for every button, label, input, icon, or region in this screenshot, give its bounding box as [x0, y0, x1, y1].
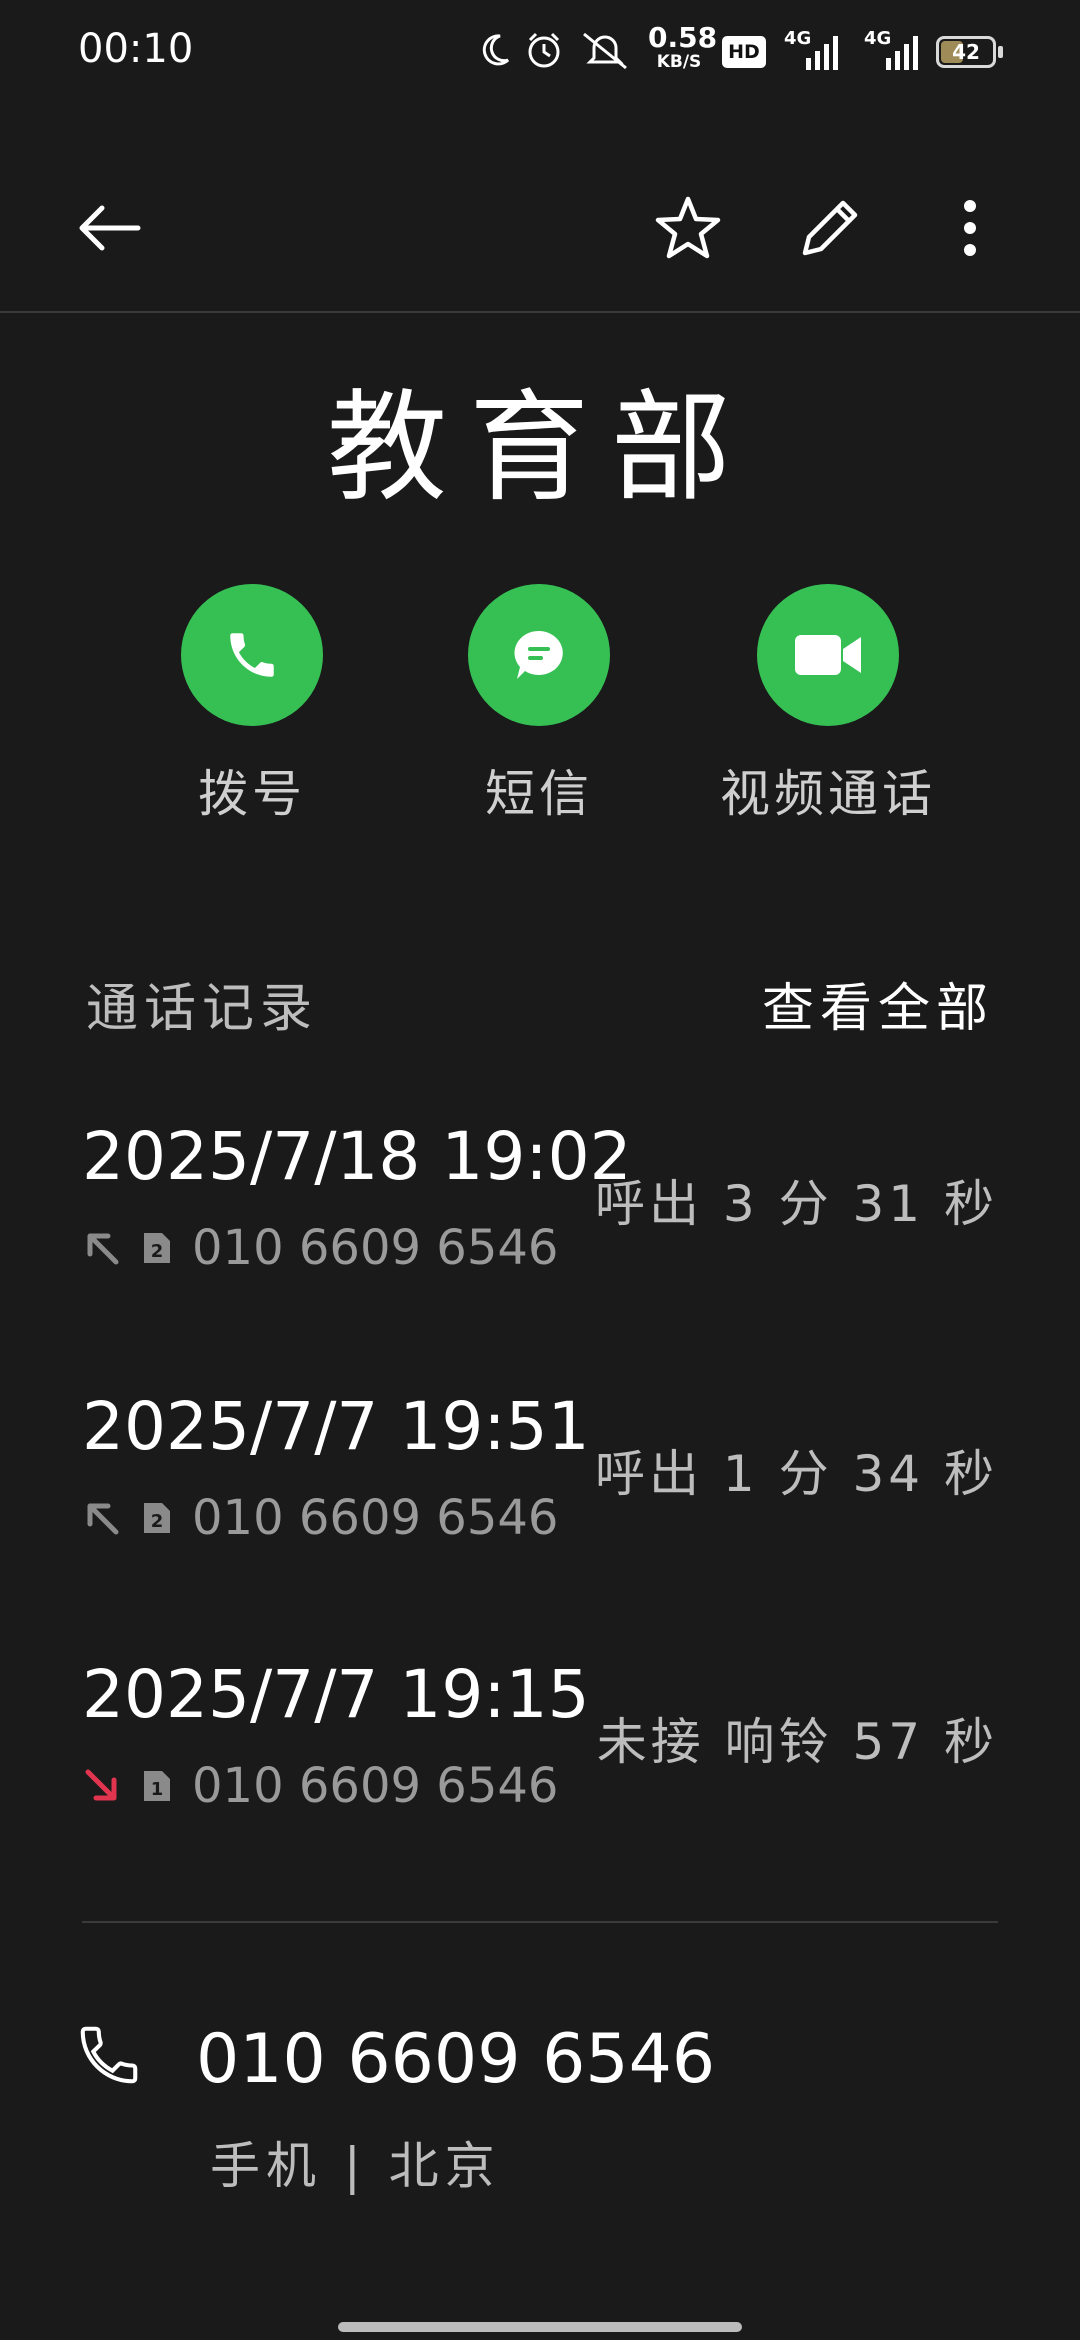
call-history-title: 通话记录	[86, 979, 319, 1039]
battery-tip	[998, 46, 1003, 58]
signal-icon	[886, 36, 918, 70]
star-icon	[655, 196, 721, 259]
call-datetime: 2025/7/7 19:51	[82, 1388, 590, 1465]
edit-button[interactable]	[782, 184, 878, 272]
section-divider	[82, 1921, 998, 1923]
video-call-label: 视频通话	[720, 765, 936, 823]
alarm-icon	[528, 32, 560, 68]
call-action[interactable]: 拨号	[127, 584, 377, 826]
video-call-action[interactable]: 视频通话	[703, 584, 953, 826]
favorite-button[interactable]	[640, 184, 736, 272]
status-time: 00:10	[78, 26, 194, 72]
call-log-item[interactable]: 2025/7/18 19:02 2 010 6609 6546 呼出 3 分 3…	[82, 1118, 998, 1318]
sms-button[interactable]	[468, 584, 610, 726]
home-indicator[interactable]	[338, 2322, 742, 2332]
hd-badge: HD	[722, 36, 766, 68]
edit-icon	[802, 200, 858, 256]
call-number: 010 6609 6546	[192, 1490, 559, 1546]
battery-indicator: 42	[936, 36, 996, 68]
call-log-item[interactable]: 2025/7/7 19:15 1 010 6609 6546 未接 响铃 57 …	[82, 1656, 998, 1856]
call-info: 呼出 3 分 31 秒	[594, 1175, 998, 1233]
svg-text:1: 1	[151, 1779, 164, 1800]
call-subline: 1 010 6609 6546	[82, 1756, 558, 1816]
sms-label: 短信	[485, 765, 593, 823]
video-icon	[795, 635, 861, 675]
call-subline: 2 010 6609 6546	[82, 1218, 558, 1278]
phone-icon	[230, 633, 274, 677]
moon-icon	[482, 34, 510, 66]
sim-icon: 2	[144, 1233, 170, 1263]
outgoing-call-icon	[87, 1503, 119, 1535]
back-button[interactable]	[60, 184, 160, 272]
svg-text:2: 2	[151, 1511, 164, 1532]
network-speed: 0.58 KB/S	[648, 21, 718, 72]
more-options-button[interactable]	[930, 184, 1010, 272]
video-call-button[interactable]	[757, 584, 899, 726]
call-subline: 2 010 6609 6546	[82, 1488, 558, 1548]
status-bar: 00:10 0.58 KB/S HD 4G 4G 42	[0, 0, 1080, 110]
phone-type-location: 手机 | 北京	[210, 2137, 501, 2195]
call-datetime: 2025/7/7 19:15	[82, 1656, 590, 1733]
call-number: 010 6609 6546	[192, 1758, 559, 1814]
message-icon	[514, 630, 563, 679]
call-info: 未接 响铃 57 秒	[596, 1713, 998, 1771]
header-divider	[0, 311, 1080, 313]
call-label: 拨号	[198, 765, 306, 823]
battery-level: 42	[952, 40, 980, 64]
call-log-item[interactable]: 2025/7/7 19:51 2 010 6609 6546 呼出 1 分 34…	[82, 1388, 998, 1588]
sms-action[interactable]: 短信	[414, 584, 664, 826]
sim-icon: 1	[144, 1771, 170, 1801]
call-info: 呼出 1 分 34 秒	[594, 1445, 998, 1503]
phone-number[interactable]: 010 6609 6546	[196, 2020, 715, 2099]
signal-icon	[806, 36, 838, 70]
mute-icon	[583, 32, 627, 70]
call-button[interactable]	[181, 584, 323, 726]
phone-icon[interactable]	[74, 2020, 144, 2090]
missed-call-icon	[85, 1769, 117, 1801]
sim-icon: 2	[144, 1503, 170, 1533]
back-arrow-icon	[79, 205, 141, 251]
more-vert-icon	[964, 200, 976, 256]
svg-text:2: 2	[151, 1241, 164, 1262]
call-number: 010 6609 6546	[192, 1220, 559, 1276]
view-all-link[interactable]: 查看全部	[762, 966, 994, 1041]
outgoing-call-icon	[87, 1233, 119, 1265]
call-datetime: 2025/7/18 19:02	[82, 1118, 632, 1195]
contact-name: 教育部	[327, 379, 753, 518]
